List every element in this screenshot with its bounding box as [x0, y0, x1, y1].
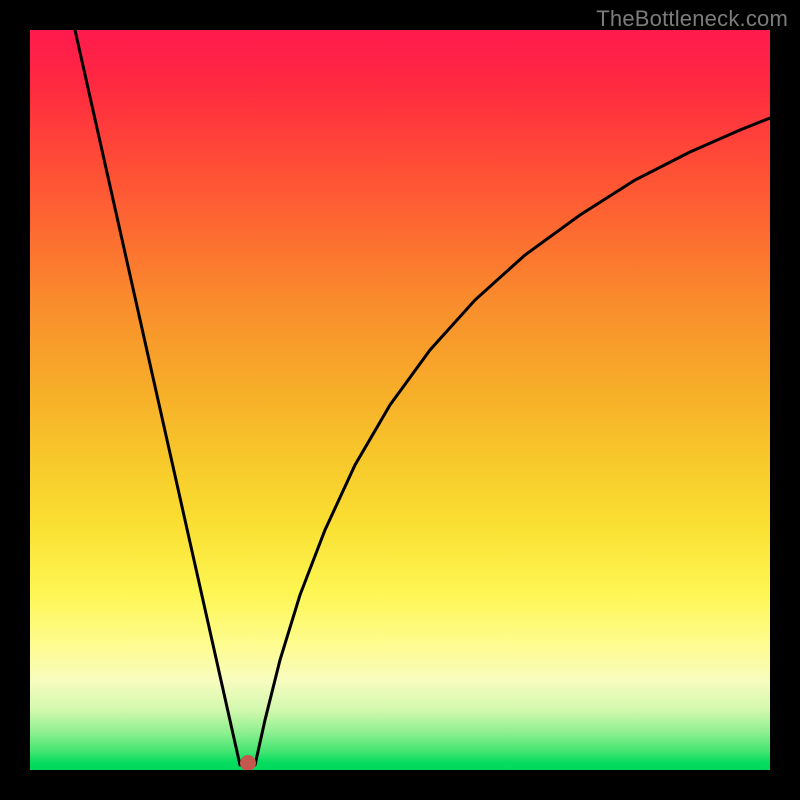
- curve-svg: [30, 30, 770, 770]
- curve-path: [75, 30, 770, 765]
- watermark-text: TheBottleneck.com: [596, 6, 788, 32]
- min-marker: [240, 755, 256, 770]
- chart-container: TheBottleneck.com: [0, 0, 800, 800]
- plot-area: [30, 30, 770, 770]
